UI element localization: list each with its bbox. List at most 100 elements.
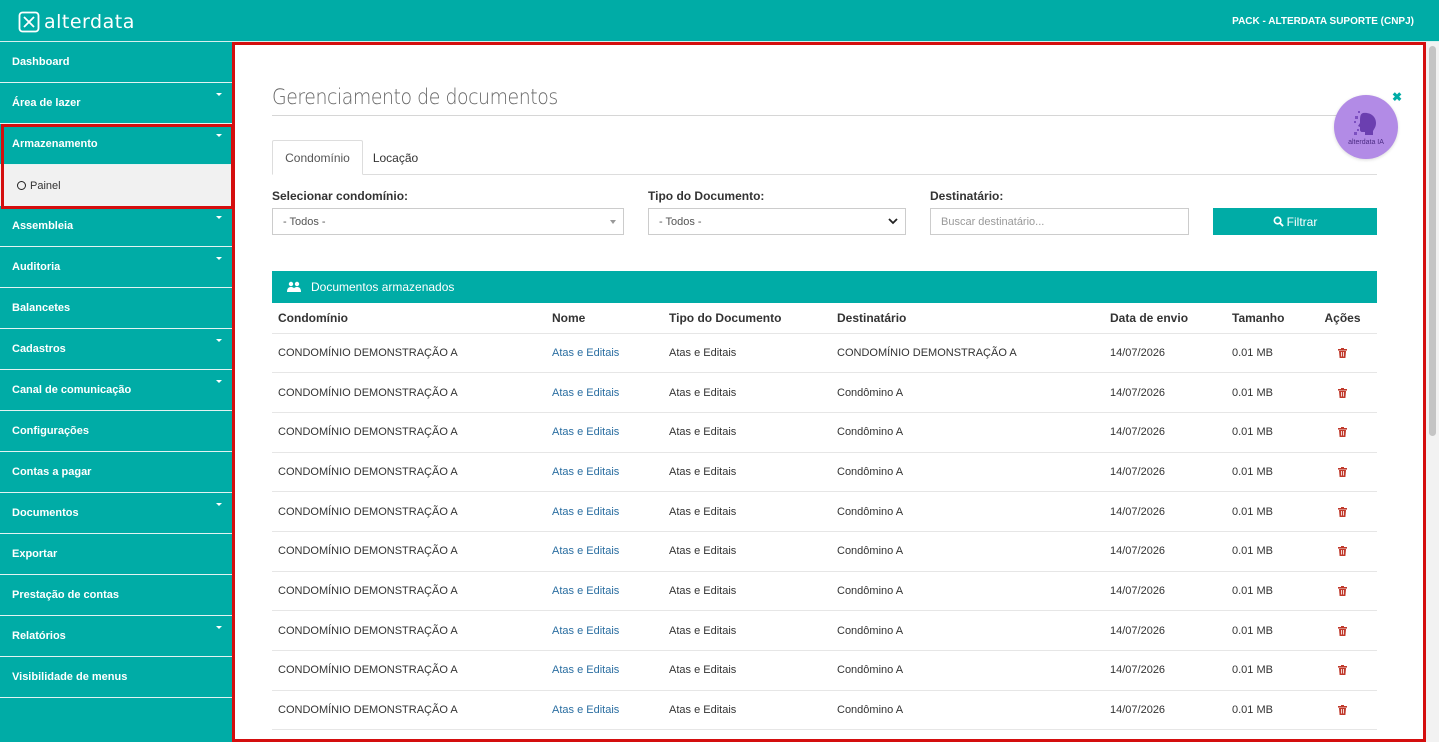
top-bar: alterdata PACK - ALTERDATA SUPORTE (CNPJ… — [0, 0, 1439, 42]
table-row: CONDOMÍNIO DEMONSTRAÇÃO A Atas e Editais A… — [272, 491, 1377, 532]
table-row: CONDOMÍNIO DEMONSTRAÇÃO A Atas e Editais A… — [272, 531, 1377, 572]
caret-down-icon — [216, 380, 222, 383]
condominio-filter-label: Selecionar condomínio: — [272, 189, 409, 203]
sidebar-item-canal-de-comunicacao[interactable]: Canal de comunicação — [0, 370, 232, 411]
sidebar-item-armazenamento[interactable]: Armazenamento — [0, 124, 232, 165]
sidebar-subitem-painel[interactable]: Painel — [0, 165, 232, 206]
cell-destinatario: Condômino A — [831, 531, 1104, 572]
column-header[interactable]: Tipo do Documento — [663, 303, 831, 334]
cell-tamanho: 0.01 MB — [1226, 531, 1308, 572]
trash-icon[interactable] — [1338, 467, 1347, 477]
cell-data-envio: 14/07/2026 — [1104, 531, 1226, 572]
cell-acoes — [1308, 690, 1377, 731]
cell-tamanho: 0.01 MB — [1226, 491, 1308, 532]
sidebar-item-label: Contas a pagar — [12, 466, 92, 478]
column-header[interactable]: Nome — [546, 303, 663, 334]
table-row: CONDOMÍNIO DEMONSTRAÇÃO A Atas e Editais A… — [272, 690, 1377, 731]
sidebar: Dashboard Área de lazer Armazenamento Pa… — [0, 42, 232, 742]
cell-tipo: Atas e Editais — [663, 372, 831, 413]
sidebar-item-contas-a-pagar[interactable]: Contas a pagar — [0, 452, 232, 493]
cell-tamanho: 0.01 MB — [1226, 372, 1308, 413]
cell-nome[interactable]: Atas e Editais — [546, 690, 663, 731]
sidebar-item-cadastros[interactable]: Cadastros — [0, 329, 232, 370]
cell-destinatario: Condômino A — [831, 452, 1104, 493]
filter-button-label: Filtrar — [1286, 214, 1318, 229]
sidebar-item-relatorios[interactable]: Relatórios — [0, 616, 232, 657]
cell-condominio: CONDOMÍNIO DEMONSTRAÇÃO A — [272, 531, 546, 572]
sidebar-item-configuracoes[interactable]: Configurações — [0, 411, 232, 452]
cell-tamanho: 0.01 MB — [1226, 333, 1308, 374]
documents-panel-header: Documentos armazenados — [272, 271, 1377, 303]
sidebar-item-area-de-lazer[interactable]: Área de lazer — [0, 83, 232, 124]
sidebar-item-dashboard[interactable]: Dashboard — [0, 42, 232, 83]
close-icon[interactable]: ✖ — [1392, 90, 1402, 104]
cell-destinatario: Condômino A — [831, 690, 1104, 731]
users-icon — [287, 281, 301, 292]
trash-icon[interactable] — [1338, 387, 1347, 398]
cell-condominio: CONDOMÍNIO DEMONSTRAÇÃO A — [272, 333, 546, 374]
cell-nome[interactable]: Atas e Editais — [546, 531, 663, 572]
column-header[interactable]: Destinatário — [831, 303, 1104, 334]
column-header[interactable]: Condomínio — [272, 303, 546, 334]
cell-destinatario: Condômino A — [831, 571, 1104, 612]
sidebar-item-assembleia[interactable]: Assembleia — [0, 206, 232, 247]
tipo-documento-select[interactable]: - Todos - — [648, 208, 906, 235]
sidebar-item-exportar[interactable]: Exportar — [0, 534, 232, 575]
cell-nome[interactable]: Atas e Editais — [546, 571, 663, 612]
trash-icon[interactable] — [1338, 546, 1347, 557]
cell-nome[interactable]: Atas e Editais — [546, 491, 663, 532]
cell-nome[interactable]: Atas e Editais — [546, 452, 663, 493]
cell-nome[interactable]: Atas e Editais — [546, 412, 663, 453]
table-row: CONDOMÍNIO DEMONSTRAÇÃO A Atas e Editais A… — [272, 610, 1377, 651]
tab-condominio[interactable]: Condomínio — [272, 140, 363, 175]
trash-icon[interactable] — [1338, 625, 1347, 636]
cell-data-envio: 14/07/2026 — [1104, 610, 1226, 651]
column-header[interactable]: Tamanho — [1226, 303, 1308, 334]
sidebar-item-label: Balancetes — [12, 302, 71, 314]
cell-tipo: Atas e Editais — [663, 531, 831, 572]
sidebar-item-documentos[interactable]: Documentos — [0, 493, 232, 534]
cell-acoes — [1308, 491, 1377, 532]
cell-tamanho: 0.01 MB — [1226, 610, 1308, 651]
alterdata-logo[interactable]: alterdata — [18, 11, 135, 33]
sidebar-item-label: Área de lazer — [12, 97, 81, 109]
sidebar-item-visibilidade-de-menus[interactable]: Visibilidade de menus — [0, 657, 232, 698]
account-label[interactable]: PACK - ALTERDATA SUPORTE (CNPJ) — [1232, 16, 1414, 27]
cell-nome[interactable]: Atas e Editais — [546, 372, 663, 413]
trash-icon[interactable] — [1338, 586, 1347, 597]
sidebar-item-auditoria[interactable]: Auditoria — [0, 247, 232, 288]
cell-acoes — [1308, 650, 1377, 691]
cell-nome[interactable]: Atas e Editais — [546, 650, 663, 691]
cell-condominio: CONDOMÍNIO DEMONSTRAÇÃO A — [272, 571, 546, 612]
trash-icon[interactable] — [1338, 705, 1347, 716]
table-row: CONDOMÍNIO DEMONSTRAÇÃO A Atas e Editais A… — [272, 571, 1377, 612]
column-header: Ações — [1308, 303, 1377, 334]
sidebar-item-label: Relatórios — [12, 630, 66, 642]
sidebar-item-label: Assembleia — [12, 220, 74, 232]
caret-down-icon — [610, 220, 616, 224]
cell-nome[interactable]: Atas e Editais — [546, 333, 663, 374]
scrollbar-thumb[interactable] — [1429, 46, 1436, 436]
cell-nome[interactable]: Atas e Editais — [546, 610, 663, 651]
sidebar-item-label: Canal de comunicação — [12, 384, 132, 396]
cell-tamanho: 0.01 MB — [1226, 412, 1308, 453]
filter-button[interactable]: Filtrar — [1213, 208, 1377, 235]
tab-bar: Condomínio Locação — [272, 140, 1377, 175]
destinatario-placeholder: Buscar destinatário... — [941, 215, 1045, 228]
cell-tamanho: 0.01 MB — [1226, 650, 1308, 691]
condominio-select[interactable]: - Todos - — [272, 208, 624, 235]
caret-down-icon — [216, 93, 222, 96]
trash-icon[interactable] — [1338, 427, 1347, 438]
sidebar-item-prestacao-de-contas[interactable]: Prestação de contas — [0, 575, 232, 616]
cell-data-envio: 14/07/2026 — [1104, 452, 1226, 493]
destinatario-search-input[interactable]: Buscar destinatário... — [930, 208, 1189, 235]
trash-icon[interactable] — [1338, 665, 1347, 676]
tipo-select-value: - Todos - — [659, 215, 702, 228]
column-header[interactable]: Data de envio — [1104, 303, 1226, 334]
page-scrollbar[interactable] — [1426, 42, 1439, 742]
cell-destinatario: Condômino A — [831, 372, 1104, 413]
trash-icon[interactable] — [1338, 506, 1347, 517]
trash-icon[interactable] — [1338, 347, 1347, 358]
tab-locacao[interactable]: Locação — [364, 140, 427, 175]
sidebar-item-balancetes[interactable]: Balancetes — [0, 288, 232, 329]
